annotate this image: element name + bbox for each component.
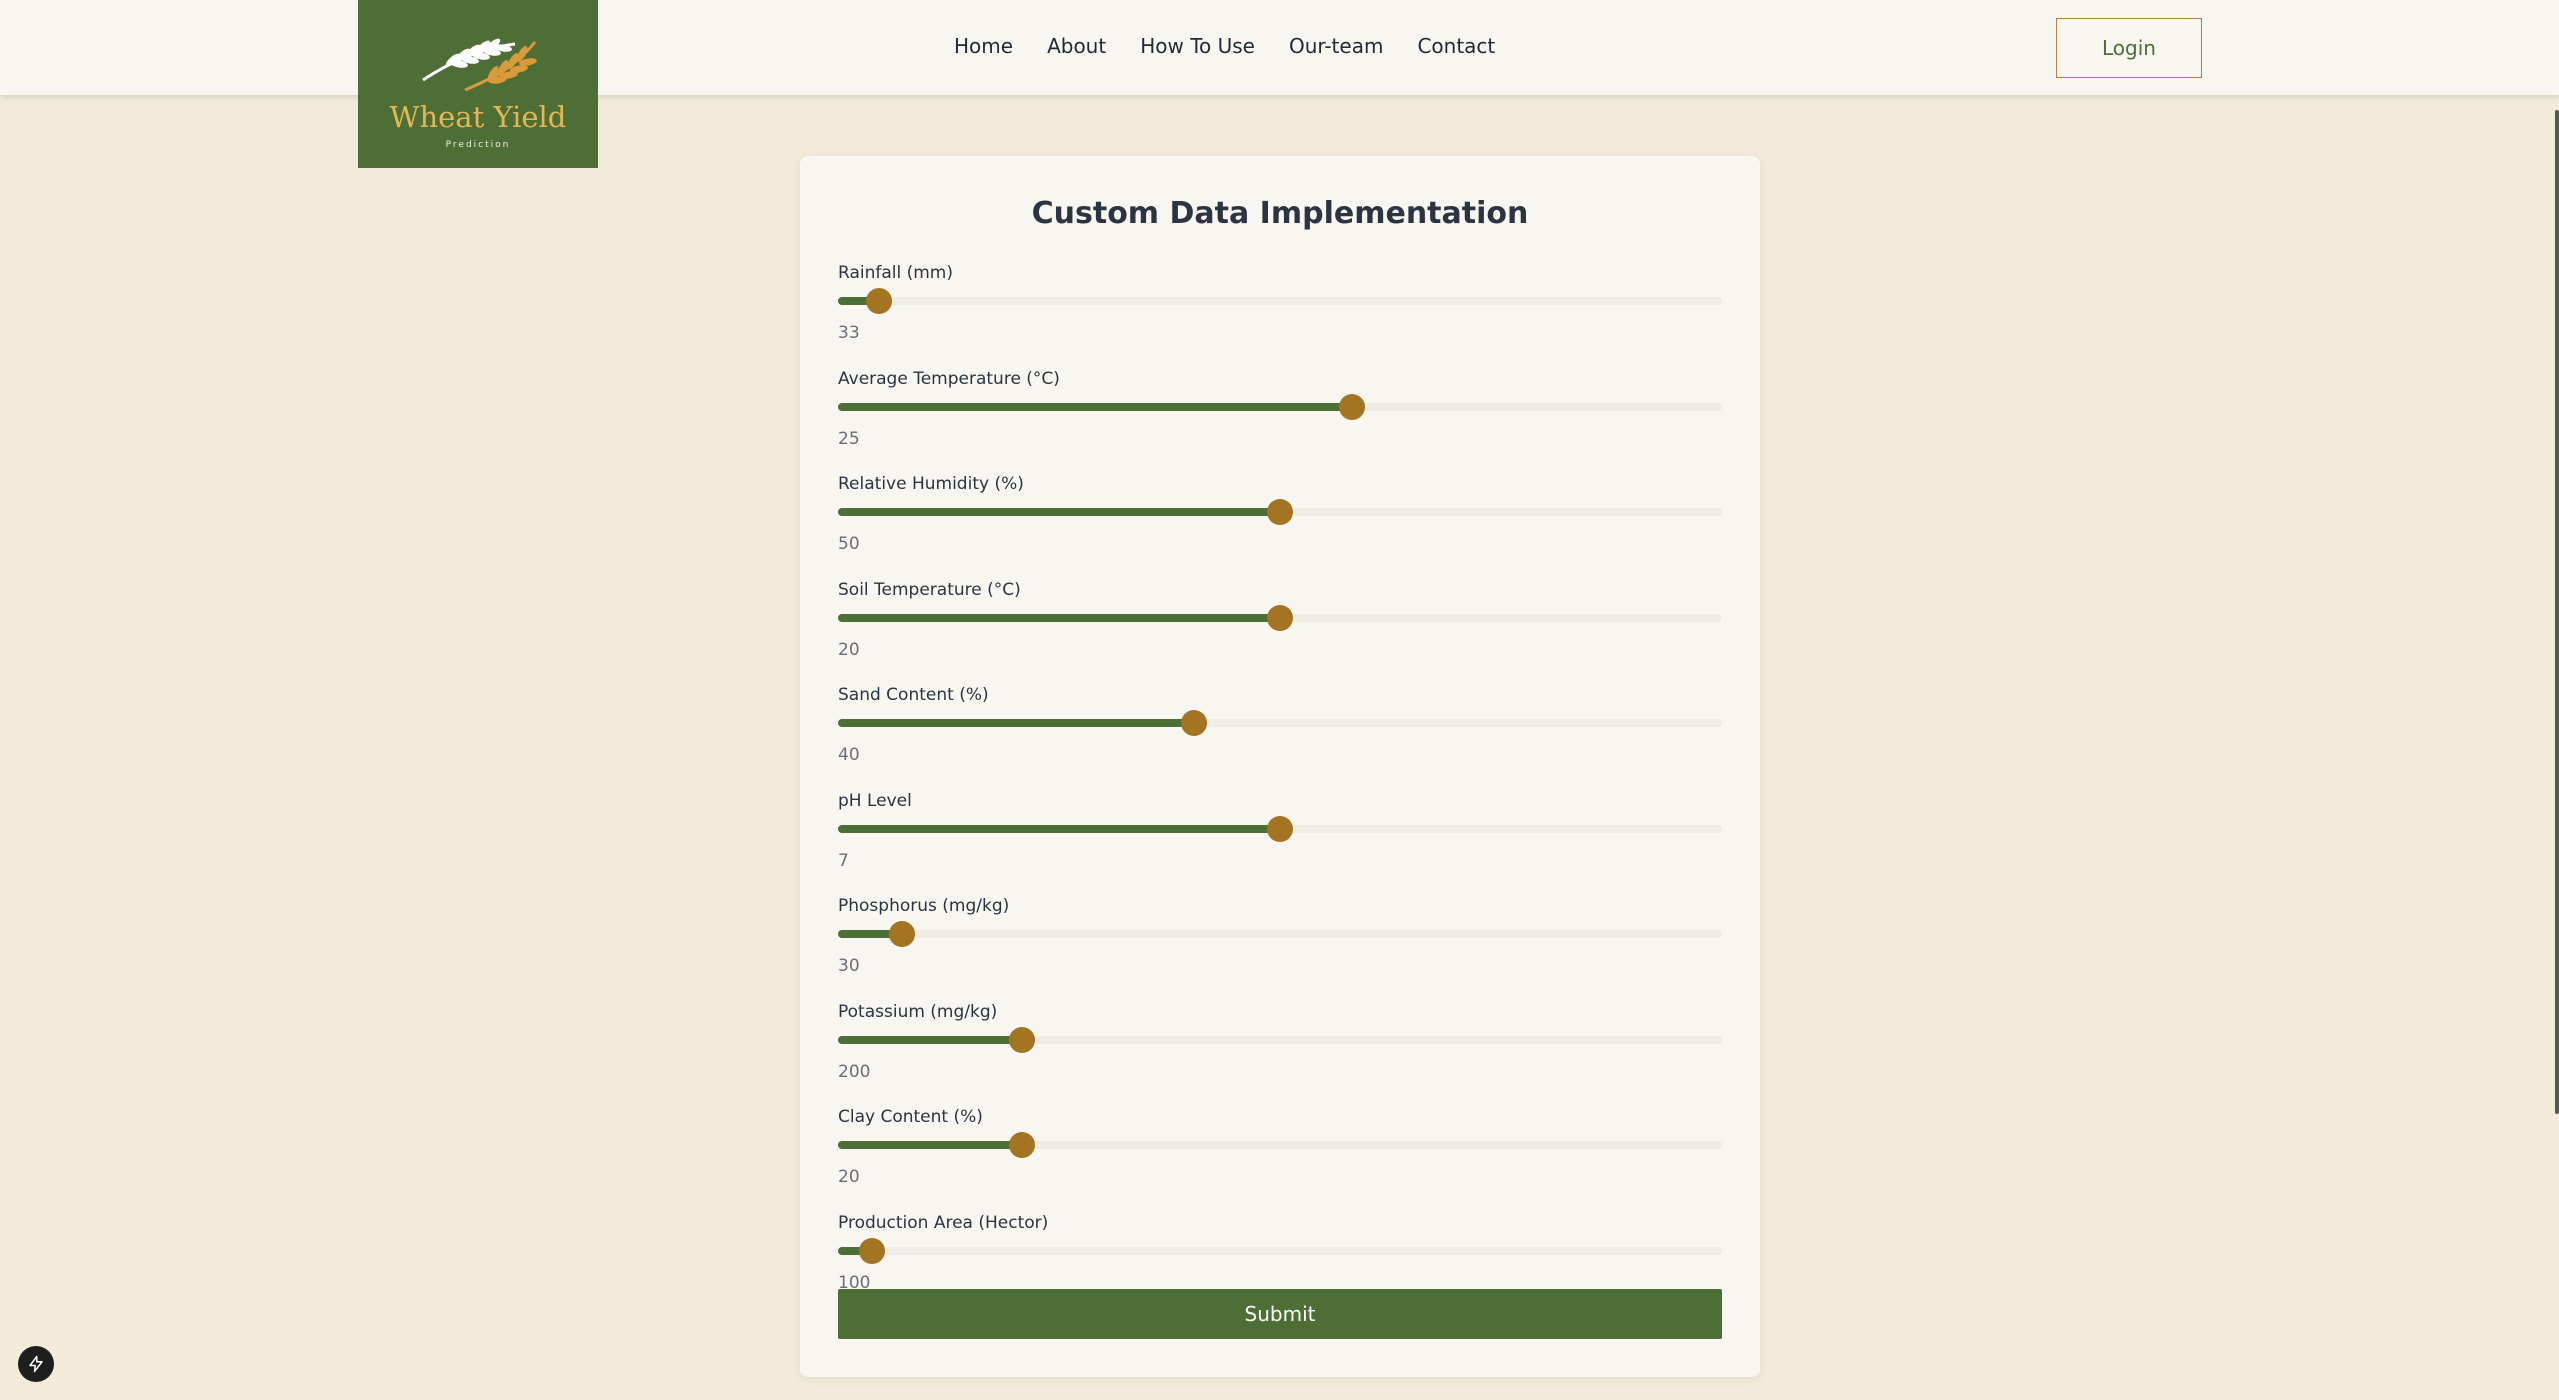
slider-track[interactable]: [838, 1026, 1722, 1053]
slider-value: 40: [838, 745, 860, 765]
slider-label: Rainfall (mm): [838, 263, 953, 283]
slider-fill: [838, 824, 1280, 833]
slider-track[interactable]: [838, 710, 1722, 736]
slider-thumb[interactable]: [1267, 499, 1293, 525]
slider-thumb[interactable]: [1008, 1026, 1035, 1053]
wheat-ear-icon: [422, 38, 537, 92]
nav-link-how-to-use[interactable]: How To Use: [1140, 34, 1255, 58]
slider-label: Phosphorus (mg/kg): [838, 896, 1010, 916]
slider-field: pH Level 7: [838, 791, 1722, 881]
brand-logo[interactable]: Wheat Yield Prediction: [358, 0, 598, 168]
slider-value: 25: [838, 428, 860, 449]
page-scrollbar[interactable]: [2555, 110, 2559, 1114]
nav-link-about[interactable]: About: [1047, 34, 1106, 58]
slider-field: Phosphorus (mg/kg) 30: [838, 896, 1722, 986]
slider-track[interactable]: [838, 499, 1722, 525]
nav-links: Home About How To Use Our-team Contact: [954, 34, 1495, 58]
slider-label: Production Area (Hector): [838, 1212, 1049, 1233]
slider-label: Potassium (mg/kg): [838, 1001, 998, 1022]
submit-button[interactable]: Submit: [838, 1289, 1722, 1339]
slider-track[interactable]: [838, 1132, 1722, 1158]
slider-track[interactable]: [838, 815, 1722, 842]
slider-fill: [838, 1035, 1022, 1044]
slider-label: Sand Content (%): [838, 685, 989, 705]
slider-label: pH Level: [838, 790, 912, 811]
form-title: Custom Data Implementation: [1031, 196, 1529, 231]
slider-label: Relative Humidity (%): [838, 474, 1024, 494]
slider-field: Sand Content (%) 40: [838, 685, 1722, 775]
slider-thumb[interactable]: [1338, 393, 1365, 420]
slider-value: 30: [838, 956, 860, 976]
slider-value: 200: [838, 1061, 871, 1082]
slider-value: 33: [838, 323, 860, 343]
slider-track[interactable]: [838, 921, 1722, 947]
slider-label: Soil Temperature (°C): [838, 579, 1021, 600]
slider-track[interactable]: [838, 1237, 1722, 1264]
slider-field: Potassium (mg/kg) 200: [838, 1002, 1722, 1092]
slider-thumb[interactable]: [865, 288, 892, 314]
slider-label: Average Temperature (°C): [838, 368, 1060, 389]
slider-value: 50: [838, 534, 860, 554]
slider-thumb[interactable]: [888, 921, 915, 947]
slider-field: Clay Content (%) 20: [838, 1107, 1722, 1197]
slider-fill: [838, 1141, 1022, 1149]
slider-track[interactable]: [838, 604, 1722, 631]
slider-label: Clay Content (%): [838, 1107, 983, 1127]
brand-title: Wheat Yield: [389, 100, 567, 134]
login-button[interactable]: Login: [2056, 18, 2202, 78]
slider-value: 7: [838, 850, 849, 871]
slider-fill: [838, 613, 1280, 622]
nav-link-home[interactable]: Home: [954, 34, 1013, 58]
slider-field: Soil Temperature (°C) 20: [838, 580, 1722, 670]
slider-fill: [838, 719, 1195, 727]
slider-fill: [838, 508, 1280, 516]
slider-value: 20: [838, 639, 860, 660]
nav-link-our-team[interactable]: Our-team: [1289, 34, 1383, 58]
slider-field: Rainfall (mm) 33: [838, 263, 1722, 353]
slider-value: 20: [838, 1167, 860, 1187]
slider-field: Relative Humidity (%) 50: [838, 474, 1722, 564]
lightning-bolt-button[interactable]: [18, 1346, 54, 1382]
nav-link-contact[interactable]: Contact: [1417, 34, 1495, 58]
brand-subtitle: Prediction: [445, 140, 511, 150]
slider-thumb[interactable]: [1267, 604, 1293, 631]
slider-thumb[interactable]: [1181, 710, 1208, 736]
slider-fill: [838, 402, 1352, 411]
custom-data-card: Custom Data Implementation Rainfall (mm)…: [800, 156, 1760, 1377]
slider-thumb[interactable]: [858, 1237, 885, 1264]
slider-track[interactable]: [838, 393, 1722, 420]
slider-track[interactable]: [838, 288, 1722, 314]
slider-field: Average Temperature (°C) 25: [838, 369, 1722, 459]
slider-thumb[interactable]: [1267, 815, 1293, 842]
slider-thumb[interactable]: [1008, 1132, 1035, 1158]
lightning-bolt-icon: [29, 1355, 43, 1373]
